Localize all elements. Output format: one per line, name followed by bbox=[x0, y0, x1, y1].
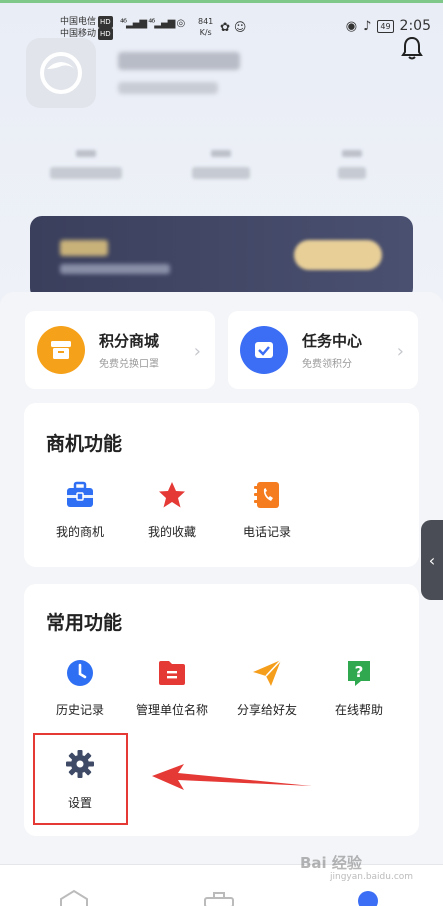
manage-unit-label: 管理单位名称 bbox=[135, 703, 208, 717]
history-item[interactable]: 历史记录 bbox=[34, 657, 126, 718]
hd-badge: HD bbox=[98, 16, 113, 28]
user-subtitle-blurred bbox=[118, 82, 218, 94]
chevron-right-icon: › bbox=[396, 341, 404, 362]
my-opportunities-item[interactable]: 我的商机 bbox=[34, 479, 126, 540]
points-mall-subtitle: 免费兑换口罩 bbox=[99, 358, 159, 370]
vip-subtitle-blurred bbox=[60, 264, 170, 274]
history-clock-icon bbox=[34, 657, 126, 689]
business-functions-card: 商机功能 我的商机 我的收藏 电话记录 bbox=[24, 403, 419, 567]
bell-icon[interactable] bbox=[401, 36, 423, 64]
watermark-sub: jingyan.baidu.com bbox=[330, 872, 414, 882]
svg-text:?: ? bbox=[355, 663, 364, 681]
task-center-card[interactable]: 任务中心 免费领积分 › bbox=[228, 311, 418, 389]
vip-card-blurred[interactable] bbox=[30, 216, 413, 300]
help-icon: ? bbox=[313, 657, 405, 689]
bottom-nav bbox=[0, 864, 443, 906]
points-mall-title: 积分商城 bbox=[99, 331, 160, 350]
avatar-face-icon bbox=[40, 52, 82, 94]
my-favorites-item[interactable]: 我的收藏 bbox=[126, 479, 218, 540]
briefcase-icon bbox=[34, 479, 126, 511]
briefcase-nav-icon[interactable] bbox=[202, 891, 236, 906]
network-speed-unit: K/s bbox=[199, 28, 212, 37]
settings-highlight-box bbox=[33, 733, 128, 825]
star-icon bbox=[126, 479, 218, 511]
phone-log-icon bbox=[221, 479, 313, 511]
task-center-subtitle: 免费领积分 bbox=[302, 358, 352, 370]
paper-plane-icon bbox=[221, 657, 313, 689]
battery-indicator: 49 bbox=[377, 19, 394, 33]
task-center-title: 任务中心 bbox=[302, 331, 363, 350]
status-bar: 中国电信 HD 中国移动 HD ⁴⁶▂▄▆ ⁴⁶▂▄▆ ◎ 841 K/s ✿ ☺ … bbox=[0, 0, 443, 42]
my-opportunities-label: 我的商机 bbox=[55, 525, 104, 539]
points-mall-card[interactable]: 积分商城 免费兑换口罩 › bbox=[25, 311, 215, 389]
share-label: 分享给好友 bbox=[236, 703, 297, 717]
profile-nav-icon[interactable] bbox=[356, 889, 380, 906]
share-item[interactable]: 分享给好友 bbox=[221, 657, 313, 718]
side-drawer-tab[interactable]: ‹ bbox=[421, 520, 443, 600]
chevron-left-icon: ‹ bbox=[428, 550, 436, 570]
user-name-blurred bbox=[118, 52, 240, 70]
home-icon[interactable] bbox=[58, 889, 90, 906]
clock: 2:05 bbox=[399, 18, 431, 34]
stat-1-blurred[interactable] bbox=[50, 150, 122, 179]
task-check-icon bbox=[240, 326, 288, 374]
folder-icon bbox=[126, 657, 218, 689]
mic-icon: ♪ bbox=[363, 18, 372, 34]
stat-2-blurred[interactable] bbox=[192, 150, 250, 179]
common-section-title: 常用功能 bbox=[46, 612, 123, 634]
online-help-item[interactable]: ? 在线帮助 bbox=[313, 657, 405, 718]
online-help-label: 在线帮助 bbox=[334, 703, 383, 717]
call-log-item[interactable]: 电话记录 bbox=[221, 479, 313, 540]
chevron-right-icon: › bbox=[193, 341, 201, 362]
hd-badge-2: HD bbox=[98, 28, 113, 40]
vip-button-blurred[interactable] bbox=[294, 240, 382, 270]
notification-icons: ✿ ☺ bbox=[220, 20, 247, 34]
watermark-main: Bai 经验 bbox=[300, 854, 362, 872]
vip-title-blurred bbox=[60, 240, 108, 256]
right-status: ◉ ♪ 49 2:05 bbox=[346, 18, 431, 34]
network-speed-value: 841 bbox=[198, 17, 214, 26]
my-favorites-label: 我的收藏 bbox=[147, 525, 196, 539]
call-log-label: 电话记录 bbox=[242, 525, 291, 539]
signal-icon: ⁴⁶▂▄▆ ⁴⁶▂▄▆ ◎ bbox=[120, 18, 185, 29]
annotation-arrow-icon bbox=[152, 764, 312, 790]
carrier-1: 中国电信 bbox=[60, 17, 97, 27]
network-speed: 841 K/s bbox=[198, 16, 213, 38]
carrier-info: 中国电信 HD 中国移动 HD bbox=[60, 16, 113, 40]
business-section-title: 商机功能 bbox=[46, 433, 123, 455]
history-label: 历史记录 bbox=[55, 703, 104, 717]
shop-icon bbox=[37, 326, 85, 374]
manage-unit-item[interactable]: 管理单位名称 bbox=[126, 657, 218, 718]
eye-icon: ◉ bbox=[345, 18, 358, 34]
avatar[interactable] bbox=[26, 38, 96, 108]
stat-3-blurred[interactable] bbox=[338, 150, 366, 179]
